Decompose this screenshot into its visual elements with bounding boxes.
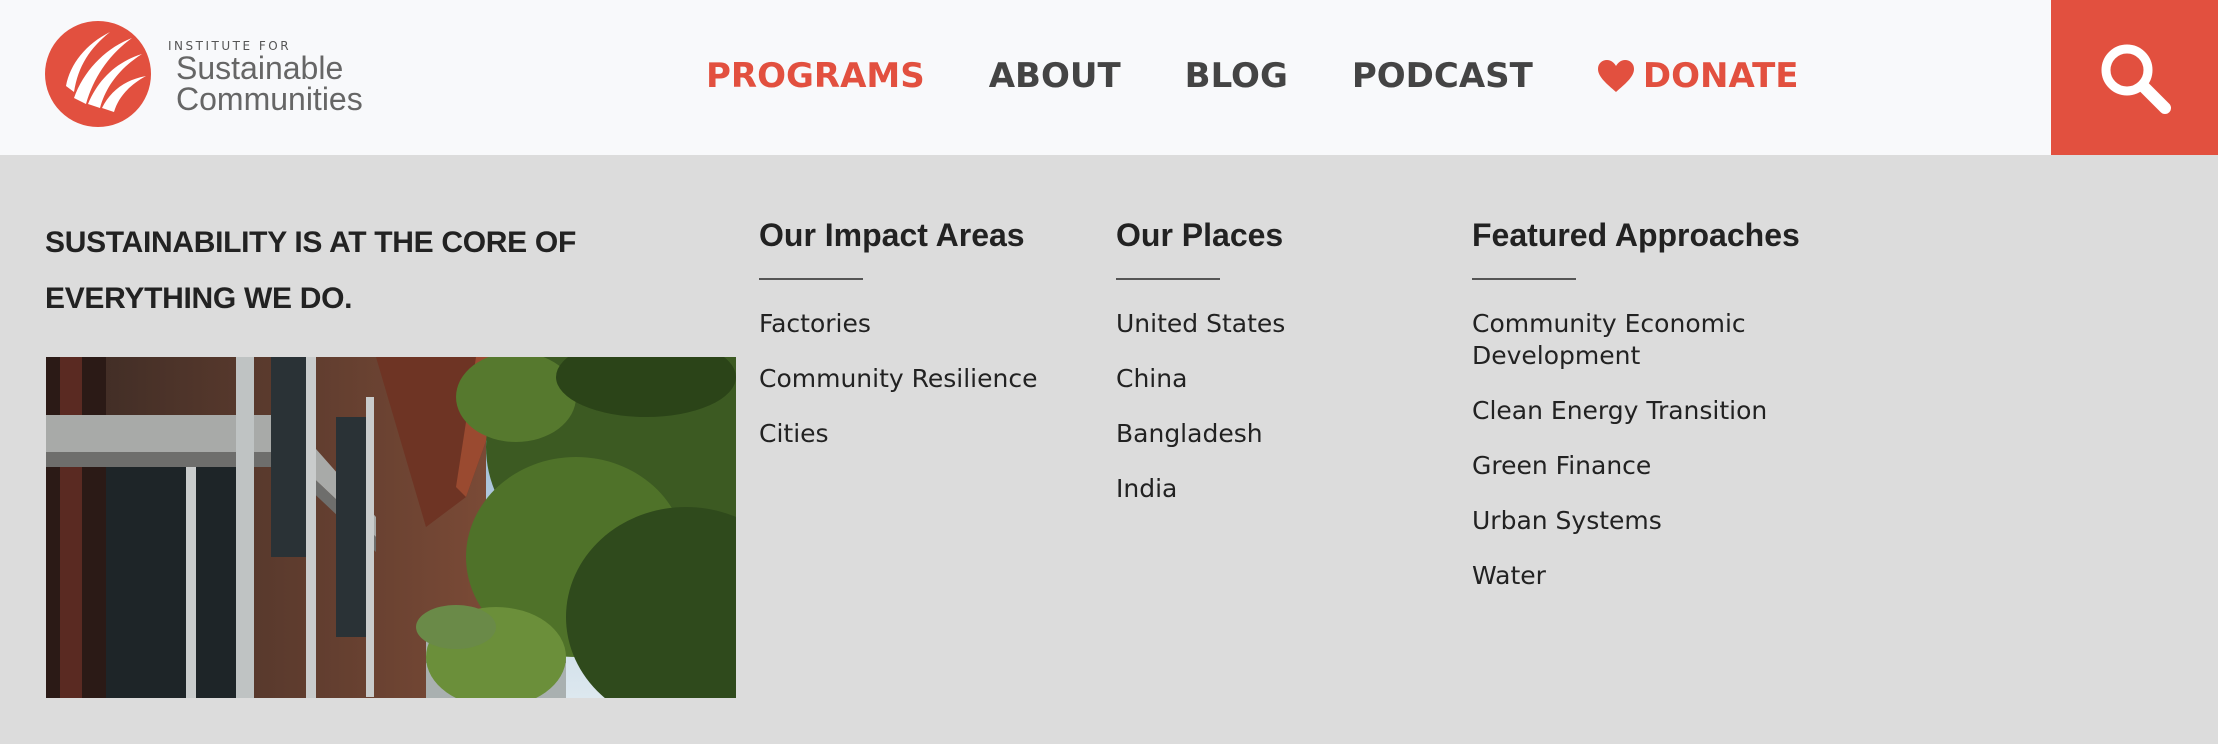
- donate-label: DONATE: [1642, 56, 1799, 96]
- nav-blog[interactable]: BLOG: [1185, 50, 1288, 102]
- tagline-line-1: SUSTAINABILITY IS AT THE CORE OF: [45, 226, 576, 259]
- nav-donate[interactable]: DONATE: [1597, 50, 1799, 102]
- link-green-finance[interactable]: Green Finance: [1472, 450, 1800, 482]
- column-heading: Our Impact Areas: [759, 217, 1025, 253]
- link-china[interactable]: China: [1116, 363, 1285, 395]
- link-community-economic-development[interactable]: Community Economic Development: [1472, 308, 1800, 372]
- search-button[interactable]: [2051, 0, 2218, 155]
- search-icon: [2101, 44, 2171, 114]
- column-heading: Our Places: [1116, 217, 1284, 253]
- link-line-2: Development: [1472, 341, 1641, 370]
- logo-text: INSTITUTE FOR Sustainable Communities: [166, 39, 363, 115]
- nav-podcast[interactable]: PODCAST: [1352, 50, 1533, 102]
- main-nav: PROGRAMS ABOUT BLOG PODCAST DONATE: [706, 50, 1799, 102]
- nav-about[interactable]: ABOUT: [989, 50, 1121, 102]
- heart-icon: [1597, 60, 1634, 92]
- link-urban-systems[interactable]: Urban Systems: [1472, 505, 1800, 537]
- nav-programs[interactable]: PROGRAMS: [706, 50, 925, 102]
- column-impact-areas: Our Impact Areas Factories Community Res…: [759, 214, 1037, 473]
- tagline-line-2: EVERYTHING WE DO.: [45, 282, 353, 315]
- logo-line-1: Sustainable: [176, 50, 344, 86]
- link-line-1: Community Economic: [1472, 309, 1746, 338]
- building-photo-image: [46, 357, 736, 698]
- column-featured-approaches: Featured Approaches Community Economic D…: [1472, 214, 1800, 615]
- logo-line-2: Communities: [176, 81, 363, 117]
- link-india[interactable]: India: [1116, 473, 1285, 505]
- logo-mark-icon: [45, 21, 151, 127]
- menu-tagline: SUSTAINABILITY IS AT THE CORE OF EVERYTH…: [45, 215, 685, 327]
- site-header: INSTITUTE FOR Sustainable Communities PR…: [0, 0, 2218, 155]
- link-cities[interactable]: Cities: [759, 418, 1037, 450]
- link-factories[interactable]: Factories: [759, 308, 1037, 340]
- column-places: Our Places United States China Banglades…: [1116, 214, 1285, 528]
- building-photo: [46, 357, 736, 698]
- link-bangladesh[interactable]: Bangladesh: [1116, 418, 1285, 450]
- column-heading: Featured Approaches: [1472, 217, 1800, 253]
- link-united-states[interactable]: United States: [1116, 308, 1285, 340]
- heading-divider: [1116, 278, 1220, 280]
- logo[interactable]: INSTITUTE FOR Sustainable Communities: [44, 20, 363, 128]
- link-water[interactable]: Water: [1472, 560, 1800, 592]
- heading-divider: [759, 278, 863, 280]
- link-clean-energy-transition[interactable]: Clean Energy Transition: [1472, 395, 1800, 427]
- heading-divider: [1472, 278, 1576, 280]
- link-community-resilience[interactable]: Community Resilience: [759, 363, 1037, 395]
